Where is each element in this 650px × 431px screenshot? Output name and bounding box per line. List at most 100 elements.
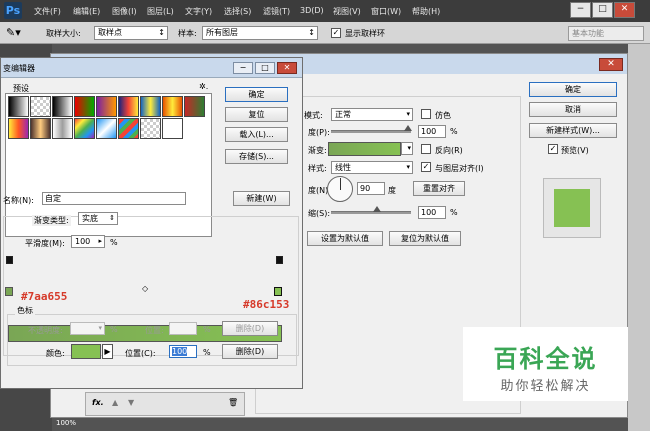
new-button[interactable]: 新建(W) [233,191,290,206]
menu-select[interactable]: 选择(S) [224,6,251,17]
opacity-slider[interactable] [331,130,411,133]
dither-label: 仿色 [435,111,451,120]
stop-color-arrow-icon[interactable]: ▶ [102,344,113,359]
stop-color-swatch[interactable] [71,344,101,359]
menu-layer[interactable]: 图层(L) [147,6,174,17]
opacity-stop-right[interactable] [276,256,283,264]
preset-swatch[interactable] [74,118,95,139]
align-checkbox[interactable]: ✓ [421,162,431,172]
angle-input[interactable]: 90 [357,182,385,195]
menu-3d[interactable]: 3D(D) [300,6,324,15]
arrow-up-icon[interactable]: ▲ [112,398,118,407]
preset-swatch[interactable] [96,118,117,139]
type-select[interactable]: 实底 ⇕ [78,212,118,225]
stop-color-location-input[interactable]: 100 [169,345,197,358]
smoothness-select[interactable]: 100 ▸ [71,235,105,248]
maximize-button[interactable]: □ [592,2,613,18]
menu-filter[interactable]: 滤镜(T) [263,6,290,17]
opacity-stop-left[interactable] [6,256,13,264]
delete-opacity-stop-button: 删除(D) [222,321,278,336]
angle-dial[interactable] [327,176,353,202]
opacity-unit: % [450,127,458,136]
watermark-title: 百科全说 [493,345,598,373]
watermark-subtitle: 助你轻松解决 [500,379,591,394]
scale-slider-thumb[interactable] [373,206,381,212]
fx-icon[interactable]: fx. [92,398,104,407]
menu-window[interactable]: 窗口(W) [371,6,401,17]
blend-mode-label: 模式: [304,111,323,120]
delete-color-stop-button[interactable]: 删除(D) [222,344,278,359]
reverse-checkbox[interactable] [421,144,431,154]
preset-swatch[interactable] [8,118,29,139]
show-ring-label: 显示取样环 [345,29,385,38]
close-icon[interactable]: ✕ [599,58,623,71]
menu-file[interactable]: 文件(F) [34,6,61,17]
preset-swatch[interactable] [118,118,139,139]
dither-checkbox[interactable] [421,109,431,119]
gradient-editor-titlebar: 变编辑器 − □ ✕ [1,58,302,78]
reset-default-button[interactable]: 复位为默认值 [389,231,461,246]
preview-checkbox[interactable]: ✓ [548,144,558,154]
opacity-slider-thumb[interactable] [404,125,412,131]
arrow-down-icon[interactable]: ▼ [128,398,134,407]
preset-swatch[interactable] [96,96,117,117]
blend-mode-select[interactable]: 正常 ▾ [331,108,413,121]
load-button[interactable]: 载入(L)... [225,127,288,142]
reset-button[interactable]: 复位 [225,107,288,122]
workspace-select[interactable]: 基本功能 [568,26,644,41]
preset-swatch[interactable] [184,96,205,117]
ok-button[interactable]: 确定 [529,82,617,97]
preset-swatch[interactable] [140,96,161,117]
save-button[interactable]: 存储(S)... [225,149,288,164]
close-icon[interactable]: ✕ [277,62,297,74]
reset-align-button[interactable]: 重置对齐 [413,181,465,196]
style-select[interactable]: 线性 ▾ [331,161,413,174]
preset-swatch[interactable] [30,96,51,117]
color-stop-left[interactable] [5,287,13,296]
opacity-input[interactable]: 100 [418,125,446,138]
gear-icon[interactable]: ✲. [199,82,208,91]
preset-swatch[interactable] [52,118,73,139]
menu-edit[interactable]: 编辑(E) [73,6,100,17]
preset-swatch[interactable] [52,96,73,117]
gradient-swatch[interactable] [328,142,401,156]
scale-slider[interactable] [331,211,411,214]
color-stop-right[interactable] [274,287,282,296]
menu-image[interactable]: 图像(I) [112,6,137,17]
trash-icon[interactable]: 🗑 [228,398,238,407]
preset-swatch[interactable] [30,118,51,139]
sample-select[interactable]: 所有图层 [202,26,318,40]
watermark-logo: 百科全说 助你轻松解决 [463,327,628,401]
minimize-button[interactable]: − [570,2,591,18]
show-ring-checkbox[interactable]: ✓ [331,28,341,38]
preset-swatch[interactable] [140,118,161,139]
scale-input[interactable]: 100 [418,206,446,219]
menu-type[interactable]: 文字(Y) [185,6,212,17]
set-default-button[interactable]: 设置为默认值 [307,231,383,246]
reverse-label: 反向(R) [435,146,463,155]
left-color-hex: #7aa655 [21,290,68,303]
preset-swatch[interactable] [118,96,139,117]
preset-swatch[interactable] [162,96,183,117]
name-input[interactable]: 自定 [42,192,186,205]
new-style-button[interactable]: 新建样式(W)... [529,123,617,138]
cancel-button[interactable]: 取消 [529,102,617,117]
menu-help[interactable]: 帮助(H) [412,6,440,17]
preset-swatch[interactable] [8,96,29,117]
preset-swatch[interactable] [74,96,95,117]
sample-size-select[interactable]: 取样点 [94,26,168,40]
gradient-label: 渐变: [308,146,327,155]
midpoint-diamond-icon[interactable]: ◇ [142,284,148,293]
sample-size-label: 取样大小: [46,29,81,38]
minimize-icon[interactable]: − [233,62,253,74]
right-color-hex: #86c153 [243,298,290,311]
gradient-dropdown[interactable]: ▾ [401,142,413,155]
menu-view[interactable]: 视图(V) [333,6,361,17]
ok-button[interactable]: 确定 [225,87,288,102]
preset-swatch[interactable] [162,118,183,139]
maximize-icon[interactable]: □ [255,62,275,74]
close-button[interactable]: ✕ [614,2,635,18]
eyedropper-icon[interactable]: ✎▾ [6,26,28,40]
style-label: 样式: [308,164,327,173]
layers-panel-footer: fx. ▲ ▼ 🗑 [85,392,245,416]
